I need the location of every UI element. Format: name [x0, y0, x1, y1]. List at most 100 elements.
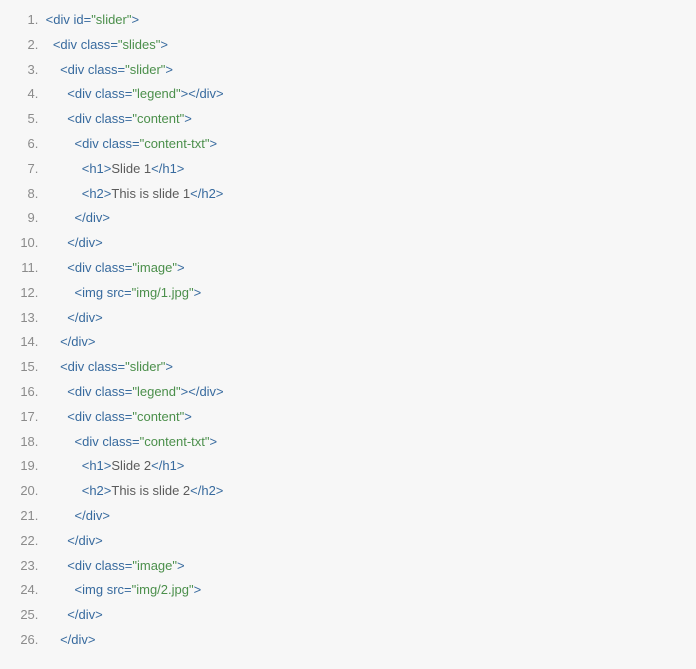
code-line-content: <h1>Slide 1</h1> — [42, 161, 184, 176]
token-str: "image" — [132, 558, 177, 573]
token-tag: > — [210, 136, 218, 151]
token-str: "img/2.jpg" — [132, 582, 194, 597]
token-tag: <div — [67, 86, 91, 101]
token-str: "content" — [132, 409, 184, 424]
token-str: "legend" — [132, 384, 180, 399]
token-attr: src — [107, 582, 124, 597]
code-line-content: <div class="content"> — [42, 111, 192, 126]
code-line-content: </div> — [42, 210, 110, 225]
token-tag: <div — [60, 359, 84, 374]
token-txt: This is slide 2 — [111, 483, 190, 498]
code-line-content: <h1>Slide 2</h1> — [42, 458, 184, 473]
code-line-content: </div> — [42, 632, 95, 647]
token-tag: <img — [75, 582, 104, 597]
code-line: <div id="slider"> — [42, 8, 696, 33]
token-tag: <h2> — [82, 483, 112, 498]
code-line: </div> — [42, 504, 696, 529]
code-line: <h2>This is slide 1</h2> — [42, 182, 696, 207]
code-line: </div> — [42, 206, 696, 231]
code-line: <div class="content"> — [42, 405, 696, 430]
code-line-content: <div class="image"> — [42, 558, 185, 573]
code-line: <div class="slides"> — [42, 33, 696, 58]
token-tag: <h2> — [82, 186, 112, 201]
token-tag: </div> — [75, 210, 110, 225]
code-line: </div> — [42, 231, 696, 256]
code-line-content: </div> — [42, 607, 103, 622]
code-line: <h1>Slide 1</h1> — [42, 157, 696, 182]
code-line: <h2>This is slide 2</h2> — [42, 479, 696, 504]
token-tag: = — [124, 285, 132, 300]
code-line: </div> — [42, 330, 696, 355]
token-tag: = — [124, 582, 132, 597]
token-attr: id — [73, 12, 83, 27]
token-tag: <div — [60, 62, 84, 77]
token-str: "content-txt" — [140, 434, 210, 449]
token-tag: <div — [67, 384, 91, 399]
code-line: <div class="slider"> — [42, 355, 696, 380]
code-line-content: </div> — [42, 334, 95, 349]
token-str: "slider" — [125, 62, 165, 77]
token-tag: > — [165, 359, 173, 374]
code-line: </div> — [42, 628, 696, 653]
token-tag: <div — [75, 136, 99, 151]
code-line-content: </div> — [42, 508, 110, 523]
token-str: "content" — [132, 111, 184, 126]
code-line-content: <div id="slider"> — [42, 12, 139, 27]
code-line-content: <img src="img/2.jpg"> — [42, 582, 201, 597]
token-tag: <h1> — [82, 458, 112, 473]
token-tag: </div> — [60, 632, 95, 647]
token-tag: <h1> — [82, 161, 112, 176]
token-attr: class — [95, 384, 125, 399]
token-tag: </h2> — [190, 186, 223, 201]
code-line-content: <div class="legend"></div> — [42, 384, 224, 399]
token-attr: class — [95, 558, 125, 573]
token-tag: </h1> — [151, 161, 184, 176]
token-attr: class — [95, 86, 125, 101]
code-line: <div class="image"> — [42, 554, 696, 579]
code-line: <div class="content-txt"> — [42, 132, 696, 157]
code-line-list: <div id="slider"> <div class="slides"> <… — [0, 8, 696, 653]
code-line: </div> — [42, 306, 696, 331]
token-tag: </div> — [188, 384, 223, 399]
token-tag: </div> — [67, 310, 102, 325]
token-tag: > — [210, 434, 218, 449]
token-tag: > — [194, 285, 202, 300]
code-line-content: <div class="content"> — [42, 409, 192, 424]
token-tag: <div — [67, 111, 91, 126]
token-tag: = — [118, 62, 126, 77]
code-line-content: <div class="slider"> — [42, 62, 173, 77]
token-tag: <div — [67, 409, 91, 424]
token-txt: This is slide 1 — [111, 186, 190, 201]
token-tag: = — [110, 37, 118, 52]
token-tag: <div — [75, 434, 99, 449]
token-attr: class — [95, 260, 125, 275]
code-line-content: <div class="slides"> — [42, 37, 168, 52]
code-line: <div class="image"> — [42, 256, 696, 281]
code-line: <h1>Slide 2</h1> — [42, 454, 696, 479]
code-line: <div class="content-txt"> — [42, 430, 696, 455]
token-tag: > — [194, 582, 202, 597]
token-str: "img/1.jpg" — [132, 285, 194, 300]
code-line-content: <div class="slider"> — [42, 359, 173, 374]
token-tag: <div — [67, 260, 91, 275]
token-tag: </div> — [60, 334, 95, 349]
code-line-content: <div class="content-txt"> — [42, 136, 217, 151]
code-line: </div> — [42, 603, 696, 628]
token-tag: > — [165, 62, 173, 77]
token-attr: class — [88, 62, 118, 77]
token-str: "content-txt" — [140, 136, 210, 151]
token-attr: src — [107, 285, 124, 300]
token-tag: > — [131, 12, 139, 27]
token-tag: </div> — [75, 508, 110, 523]
token-tag: = — [118, 359, 126, 374]
token-tag: = — [132, 434, 140, 449]
token-attr: class — [81, 37, 111, 52]
token-str: "slider" — [125, 359, 165, 374]
token-tag: </h2> — [190, 483, 223, 498]
token-tag: <img — [75, 285, 104, 300]
code-line-content: <div class="legend"></div> — [42, 86, 224, 101]
token-tag: <div — [67, 558, 91, 573]
token-attr: class — [95, 409, 125, 424]
code-line: <div class="legend"></div> — [42, 82, 696, 107]
token-tag: > — [184, 409, 192, 424]
